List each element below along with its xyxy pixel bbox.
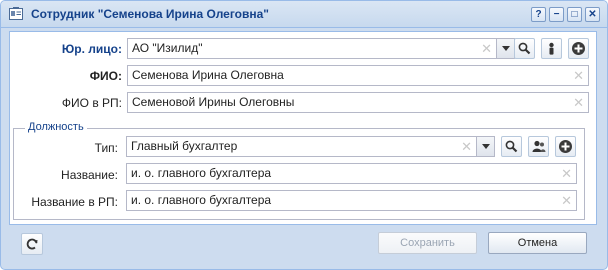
clear-icon[interactable]: ✕	[461, 137, 472, 156]
position-name-rp-value: и. о. главного бухгалтера	[131, 193, 272, 207]
legal-entity-combo[interactable]: АО "Изилид" ✕	[127, 38, 515, 59]
position-type-label: Тип:	[94, 141, 118, 155]
minimize-button[interactable]: −	[549, 7, 564, 22]
fio-label: ФИО:	[89, 69, 122, 83]
add-icon	[572, 42, 585, 55]
refresh-button[interactable]	[21, 233, 43, 255]
refresh-icon	[26, 238, 38, 250]
legal-entity-add-button[interactable]	[568, 38, 589, 59]
cancel-button[interactable]: Отмена	[488, 232, 587, 254]
dropdown-trigger[interactable]	[496, 39, 514, 58]
legal-entity-value: АО "Изилид"	[132, 41, 203, 55]
title-bar[interactable]: Сотрудник "Семенова Ирина Олеговна" ? − …	[1, 1, 607, 28]
clear-icon[interactable]: ✕	[573, 66, 584, 85]
position-name-rp-label: Название в РП:	[31, 195, 118, 209]
fio-rp-value: Семеновой Ирины Олеговны	[132, 95, 295, 109]
people-icon	[532, 140, 546, 152]
legal-entity-search-button[interactable]	[514, 38, 535, 59]
clear-icon[interactable]: ✕	[573, 93, 584, 112]
chevron-down-icon	[481, 144, 490, 149]
position-type-combo[interactable]: Главный бухгалтер ✕	[126, 136, 495, 157]
fio-field[interactable]: Семенова Ирина Олеговна ✕	[127, 65, 589, 86]
search-icon	[518, 42, 531, 55]
employee-card-icon	[9, 7, 23, 20]
position-add-button[interactable]	[555, 136, 576, 157]
dialog-footer: Сохранить Отмена	[1, 227, 607, 269]
position-name-field[interactable]: и. о. главного бухгалтера ✕	[126, 163, 577, 184]
position-search-button[interactable]	[501, 136, 522, 157]
position-type-value: Главный бухгалтер	[131, 139, 238, 153]
dropdown-trigger[interactable]	[476, 137, 494, 156]
search-icon	[505, 140, 518, 153]
fio-rp-field[interactable]: Семеновой Ирины Олеговны ✕	[127, 92, 589, 113]
close-button[interactable]: ✕	[585, 7, 600, 22]
clear-icon[interactable]: ✕	[561, 164, 572, 183]
maximize-button[interactable]: □	[567, 7, 582, 22]
fio-value: Семенова Ирина Олеговна	[132, 68, 284, 82]
window-title: Сотрудник "Семенова Ирина Олеговна"	[31, 7, 269, 21]
position-name-label: Название:	[61, 168, 118, 182]
position-people-button[interactable]	[528, 136, 549, 157]
position-legend: Должность	[25, 121, 87, 133]
position-name-rp-field[interactable]: и. о. главного бухгалтера ✕	[126, 190, 577, 211]
clear-icon[interactable]: ✕	[481, 39, 492, 58]
clear-icon[interactable]: ✕	[561, 191, 572, 210]
legal-entity-person-button[interactable]	[541, 38, 562, 59]
save-button[interactable]: Сохранить	[378, 232, 477, 254]
employee-dialog: Сотрудник "Семенова Ирина Олеговна" ? − …	[0, 0, 608, 270]
fio-rp-label: ФИО в РП:	[61, 96, 122, 110]
chevron-down-icon	[501, 46, 510, 51]
add-icon	[559, 140, 572, 153]
person-icon	[549, 42, 554, 55]
legal-entity-label: Юр. лицо:	[61, 42, 122, 56]
position-name-value: и. о. главного бухгалтера	[131, 166, 272, 180]
help-button[interactable]: ?	[531, 7, 546, 22]
